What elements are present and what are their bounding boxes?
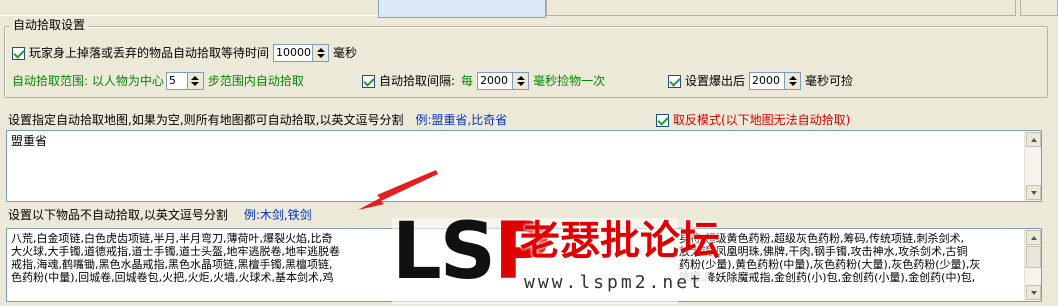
interval-prefix: 每	[461, 74, 474, 88]
items-example: 例:木剑,铁剑	[243, 208, 312, 222]
top-right-panel	[1020, 0, 1058, 16]
groupbox-title: 自动拾取设置	[10, 18, 89, 32]
active-tab-edge[interactable]	[378, 0, 546, 18]
explode-spinner[interactable]: 2000	[749, 72, 802, 90]
interval-spinner[interactable]: 2000	[477, 72, 530, 90]
range-suffix: 步范围内自动拾取	[207, 74, 304, 88]
items-text-right: 身符,超级黄色药粉,超级灰色药粉,筹码,传统项链,刺杀剑术, 放大镜,凤凰明珠,…	[679, 232, 1021, 284]
items-line: 戒指,海魂,鹤嘴锄,黑色水晶戒指,黑色水晶项链,黑檀手镯,黑檀项链,	[11, 258, 333, 271]
maps-label-row: 设置指定自动拾取地图,如果为空,则所有地图都可自动拾取,以英文逗号分割 例:盟重…	[8, 112, 507, 128]
spin-down-icon[interactable]	[191, 82, 200, 86]
items-label-row: 设置以下物品不自动拾取,以英文逗号分割 例:木剑,铁剑	[8, 207, 312, 223]
range-label: 自动拾取范围: 以人物为中心	[12, 74, 164, 88]
logo-letter: S	[439, 207, 496, 297]
wait-time-unit: 毫秒	[333, 46, 358, 60]
items-label: 设置以下物品不自动拾取,以英文逗号分割	[8, 208, 228, 222]
scroll-up-icon	[1030, 235, 1037, 240]
spin-buttons[interactable]	[313, 44, 330, 62]
reverse-mode-label: 取反模式(以下地图无法自动拾取)	[673, 113, 851, 127]
spin-down-icon[interactable]	[516, 82, 525, 86]
range-value[interactable]: 5	[165, 72, 188, 90]
range-spinner[interactable]: 5	[165, 72, 204, 90]
wait-time-spinner[interactable]: 10000	[273, 44, 330, 62]
items-scrollbar[interactable]	[1024, 229, 1041, 301]
top-middle-panel	[546, 0, 1016, 16]
spin-buttons[interactable]	[513, 72, 530, 90]
items-line: 药粉(少量),黄色药粉(中量),灰色药粉(大量),灰色药粉(少量),灰	[679, 258, 981, 271]
interval-row: 自动拾取间隔: 每 2000 毫秒捡物一次	[362, 72, 605, 90]
scroll-down-button[interactable]	[1026, 285, 1041, 300]
top-left-panel	[0, 0, 380, 16]
spin-buttons[interactable]	[785, 72, 802, 90]
maps-label: 设置指定自动拾取地图,如果为空,则所有地图都可自动拾取,以英文逗号分割	[8, 113, 404, 127]
spin-down-icon[interactable]	[316, 54, 325, 58]
wait-time-label: 玩家身上掉落或丢弃的物品自动拾取等待时间	[29, 46, 270, 60]
interval-value[interactable]: 2000	[477, 72, 514, 90]
explode-row: 设置爆出后 2000 毫秒可捡	[668, 72, 853, 90]
maps-example: 例:盟重省,比奇省	[415, 113, 508, 127]
spin-up-icon[interactable]	[516, 76, 525, 80]
maps-textarea[interactable]: 盟重省	[6, 130, 1042, 202]
wait-time-checkbox[interactable]	[12, 46, 25, 60]
scroll-down-icon	[1030, 290, 1037, 295]
explode-suffix: 毫秒可捡	[805, 74, 854, 88]
spin-up-icon[interactable]	[788, 76, 797, 80]
interval-label: 自动拾取间隔:	[379, 74, 456, 88]
explode-label: 设置爆出后	[685, 74, 746, 88]
maps-text: 盟重省	[11, 134, 48, 148]
items-line: 色药粉(中量),回城卷,回城卷包,火把,火炬,火墙,火球术,基本剑术,鸡	[11, 271, 334, 284]
scroll-down-button[interactable]	[1026, 185, 1041, 200]
reverse-mode-row: 取反模式(以下地图无法自动拾取)	[656, 112, 850, 128]
watermark-cn: 老瑟批论坛	[520, 218, 720, 264]
watermark-url: www.lspm2.net	[520, 272, 708, 293]
items-line: 降魔,降妖除魔戒指,金创药(小)包,金创药(小量),金创药(中)包,	[679, 271, 976, 284]
wait-time-value[interactable]: 10000	[273, 44, 314, 62]
items-text-left: 八荒,白金项链,白色虎齿项链,半月,半月弯刀,薄荷叶,爆裂火焰,比奇 大火球,大…	[11, 232, 391, 284]
interval-checkbox[interactable]	[362, 74, 375, 88]
reverse-mode-checkbox[interactable]	[656, 113, 669, 127]
items-line: 八荒,白金项链,白色虎齿项链,半月,半月弯刀,薄荷叶,爆裂火焰,比奇	[11, 232, 333, 245]
range-row: 自动拾取范围: 以人物为中心 5 步范围内自动拾取	[12, 72, 304, 90]
scroll-up-icon	[1030, 137, 1037, 142]
explode-value[interactable]: 2000	[749, 72, 786, 90]
spin-up-icon[interactable]	[316, 48, 325, 52]
top-strip	[0, 0, 1058, 20]
spin-down-icon[interactable]	[788, 82, 797, 86]
interval-suffix: 毫秒捡物一次	[533, 74, 606, 88]
watermark: LSP 老瑟批论坛 www.lspm2.net	[392, 210, 720, 306]
spin-up-icon[interactable]	[191, 76, 200, 80]
spin-buttons[interactable]	[187, 72, 204, 90]
scroll-thumb[interactable]	[1026, 246, 1041, 268]
maps-scrollbar[interactable]	[1024, 131, 1041, 201]
logo-letter: L	[392, 207, 442, 297]
scroll-down-icon	[1030, 190, 1037, 195]
scroll-up-button[interactable]	[1026, 132, 1041, 147]
items-line: 大火球,大手镯,道德戒指,道士手镯,道士头盔,地牢逃脱卷,地牢逃脱卷	[11, 245, 340, 258]
explode-checkbox[interactable]	[668, 74, 681, 88]
items-line: 身符,超级黄色药粉,超级灰色药粉,筹码,传统项链,刺杀剑术,	[679, 232, 964, 245]
scroll-up-button[interactable]	[1026, 230, 1041, 245]
wait-time-row: 玩家身上掉落或丢弃的物品自动拾取等待时间 10000 毫秒	[12, 44, 357, 62]
items-line: 放大镜,凤凰明珠,佛牌,干肉,钢手镯,攻击神水,攻杀剑术,古铜	[679, 245, 968, 258]
